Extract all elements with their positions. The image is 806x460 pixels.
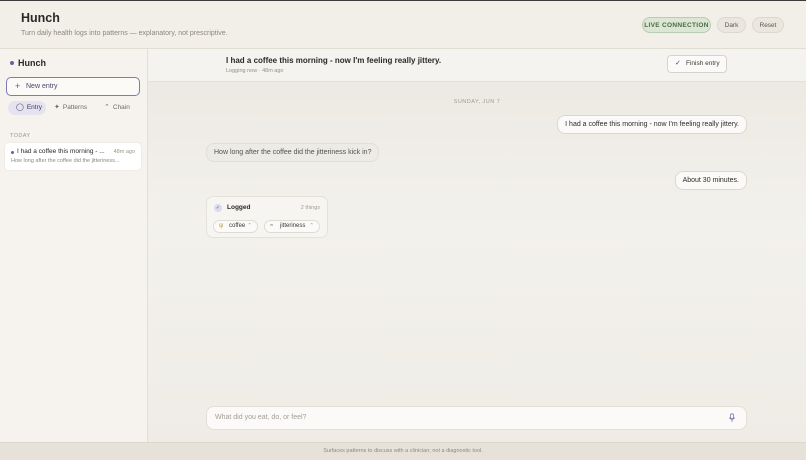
tab-chain-label: Chain [112, 104, 130, 111]
chevron-up-icon: ⌃ [309, 223, 314, 229]
entry-header: I had a coffee this morning - now I'm fe… [148, 49, 806, 82]
entry-meta: Logging now · 48m ago [226, 68, 284, 74]
app-subtitle: Turn daily health logs into patterns — e… [21, 30, 228, 37]
brand-dot-icon [10, 61, 14, 65]
entry-dot-icon [11, 151, 14, 154]
logged-chip-coffee[interactable]: ψ coffee ⌃ [213, 220, 258, 233]
entry-item-preview: How long after the coffee did the jitter… [11, 158, 120, 164]
entry-item-time: 48m ago [113, 149, 135, 155]
chain-icon: ⌃ [104, 104, 110, 111]
tab-entry[interactable]: ◯ Entry [8, 101, 46, 115]
composer-placeholder[interactable]: What did you eat, do, or feel? [215, 407, 306, 429]
finish-entry-label: Finish entry [686, 60, 720, 67]
sidebar-tabs: ◯ Entry ✦ Patterns ⌃ Chain [8, 101, 138, 115]
new-entry-label: New entry [26, 83, 58, 90]
tab-entry-label: Entry [26, 104, 43, 111]
fork-icon: ψ [219, 223, 224, 229]
microphone-icon[interactable] [727, 413, 737, 423]
tab-chain[interactable]: ⌃ Chain [104, 101, 130, 115]
check-circle-icon: ✓ [214, 204, 222, 212]
user-message: I had a coffee this morning - now I'm fe… [557, 115, 747, 134]
chip-label: coffee [229, 223, 246, 229]
check-icon: ✓ [675, 60, 681, 67]
wave-icon: ≈ [270, 223, 274, 229]
logged-chip-jitteriness[interactable]: ≈ jitteriness ⌃ [264, 220, 320, 233]
logged-title: Logged [227, 204, 251, 211]
sparkle-icon: ✦ [54, 104, 60, 111]
chat-bubble-icon: ◯ [16, 104, 24, 111]
app-header: Hunch Turn daily health logs into patter… [0, 1, 806, 49]
tab-patterns-label: Patterns [62, 104, 88, 111]
chevron-up-icon: ⌃ [247, 223, 252, 229]
footer-disclaimer: Surfaces patterns to discuss with a clin… [0, 442, 806, 460]
microphone-glyph [728, 413, 736, 422]
new-entry-button[interactable]: + New entry [6, 77, 140, 96]
entry-title: I had a coffee this morning - now I'm fe… [226, 56, 442, 65]
message-composer[interactable]: What did you eat, do, or feel? [206, 406, 747, 430]
logged-count: 2 things [300, 205, 320, 211]
app-title: Hunch [21, 11, 60, 25]
tab-patterns[interactable]: ✦ Patterns [54, 101, 87, 115]
entry-item-title: I had a coffee this morning - ... [17, 148, 105, 155]
section-label-today: TODAY [10, 133, 31, 139]
dark-mode-button[interactable]: Dark [717, 17, 746, 33]
sidebar: Hunch + New entry ◯ Entry ✦ Patterns ⌃ Chai… [0, 49, 148, 442]
sidebar-entry-item[interactable]: I had a coffee this morning - ... 48m ag… [5, 143, 141, 170]
user-message: About 30 minutes. [674, 171, 747, 190]
logged-card: ✓ Logged 2 things ψ coffee ⌃ ≈ jitterine… [206, 196, 328, 238]
chip-label: jitteriness [280, 223, 306, 229]
finish-entry-button[interactable]: ✓ Finish entry [667, 55, 727, 73]
assistant-message: How long after the coffee did the jitter… [206, 143, 380, 162]
reset-button[interactable]: Reset [752, 17, 784, 33]
sidebar-brand: Hunch [18, 58, 46, 68]
main-panel: I had a coffee this morning - now I'm fe… [148, 49, 806, 442]
live-connection-badge: LIVE CONNECTION [642, 17, 711, 33]
plus-icon: + [15, 81, 21, 91]
date-separator: SUNDAY, JUN 7 [453, 99, 501, 105]
